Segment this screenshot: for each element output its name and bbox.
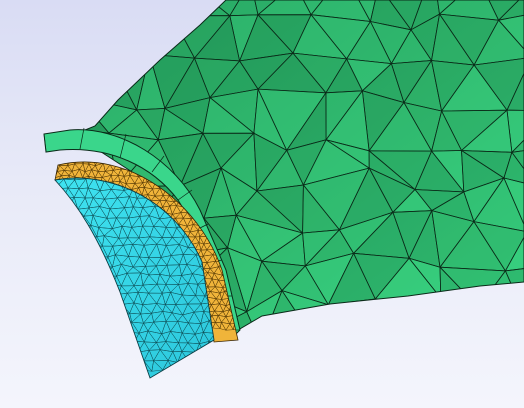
mesh-scene [43,0,524,379]
mesh-viewport[interactable] [0,0,524,408]
